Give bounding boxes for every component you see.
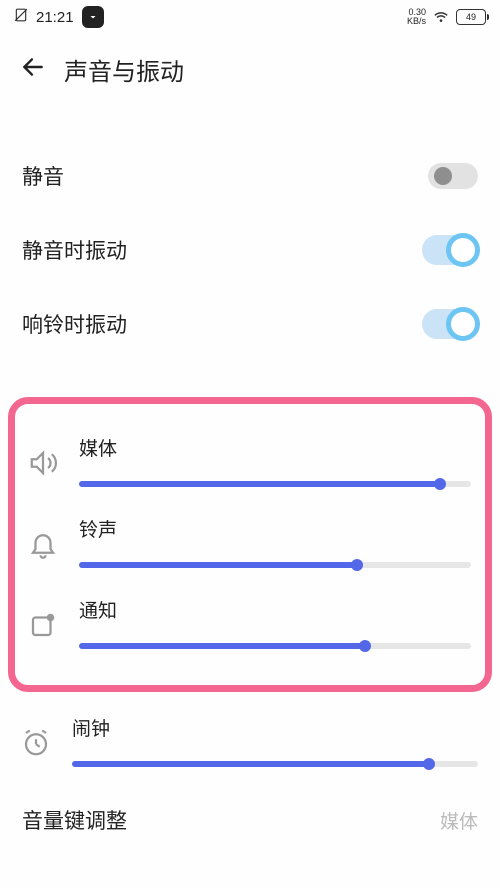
notification-slider[interactable] xyxy=(79,643,471,649)
silent-toggle[interactable] xyxy=(428,163,478,189)
slider-fill xyxy=(79,562,357,568)
status-bar: 21:21 0.30 KB/s 49 xyxy=(0,0,500,30)
alarm-label: 闹钟 xyxy=(72,714,478,741)
vibrate-silent-label: 静音时振动 xyxy=(22,235,127,265)
ringtone-slider[interactable] xyxy=(79,562,471,568)
slider-fill xyxy=(79,481,440,487)
toggle-thumb xyxy=(434,167,452,185)
slider-fill xyxy=(79,643,365,649)
page-title: 声音与振动 xyxy=(64,52,184,87)
media-slider-content: 媒体 xyxy=(79,434,471,487)
net-speed: 0.30 KB/s xyxy=(407,8,426,26)
media-label: 媒体 xyxy=(79,434,471,461)
vibrate-ring-label: 响铃时振动 xyxy=(22,309,127,339)
slider-thumb[interactable] xyxy=(359,640,371,652)
notification-label: 通知 xyxy=(79,596,471,623)
status-right: 0.30 KB/s 49 xyxy=(407,7,486,28)
alarm-slider-content: 闹钟 xyxy=(72,714,478,767)
ringtone-label: 铃声 xyxy=(79,515,471,542)
slider-thumb[interactable] xyxy=(423,758,435,770)
vibrate-ring-toggle[interactable] xyxy=(422,309,478,339)
battery-icon: 49 xyxy=(456,9,486,25)
ringtone-slider-row: 铃声 xyxy=(25,501,471,582)
vibrate-silent-row[interactable]: 静音时振动 xyxy=(22,213,478,287)
speaker-icon xyxy=(25,448,61,478)
back-arrow-icon[interactable] xyxy=(20,54,46,85)
media-slider-row: 媒体 xyxy=(25,420,471,501)
dropdown-icon xyxy=(82,6,104,28)
highlight-frame: 媒体 铃声 通知 xyxy=(8,397,492,692)
ringtone-slider-content: 铃声 xyxy=(79,515,471,568)
notification-icon xyxy=(25,610,61,640)
volume-key-row[interactable]: 音量键调整 媒体 xyxy=(0,781,500,835)
alarm-slider[interactable] xyxy=(72,761,478,767)
alarm-section: 闹钟 xyxy=(0,692,500,781)
volume-key-label: 音量键调整 xyxy=(22,805,127,835)
notification-slider-row: 通知 xyxy=(25,582,471,663)
slider-thumb[interactable] xyxy=(351,559,363,571)
bell-icon xyxy=(25,529,61,559)
page-header: 声音与振动 xyxy=(0,30,500,105)
toggle-ring xyxy=(446,233,480,267)
silent-label: 静音 xyxy=(22,161,64,191)
alarm-slider-row: 闹钟 xyxy=(18,700,478,781)
wifi-icon xyxy=(432,7,450,28)
vibrate-silent-toggle[interactable] xyxy=(422,235,478,265)
silent-row[interactable]: 静音 xyxy=(22,139,478,213)
slider-fill xyxy=(72,761,429,767)
notification-slider-content: 通知 xyxy=(79,596,471,649)
status-time: 21:21 xyxy=(36,9,74,26)
no-sim-icon xyxy=(14,8,28,26)
status-left: 21:21 xyxy=(14,6,104,28)
alarm-clock-icon xyxy=(18,728,54,758)
volume-key-value: 媒体 xyxy=(440,807,478,834)
slider-thumb[interactable] xyxy=(434,478,446,490)
media-slider[interactable] xyxy=(79,481,471,487)
toggle-section: 静音 静音时振动 响铃时振动 xyxy=(0,105,500,361)
vibrate-ring-row[interactable]: 响铃时振动 xyxy=(22,287,478,361)
toggle-ring xyxy=(446,307,480,341)
